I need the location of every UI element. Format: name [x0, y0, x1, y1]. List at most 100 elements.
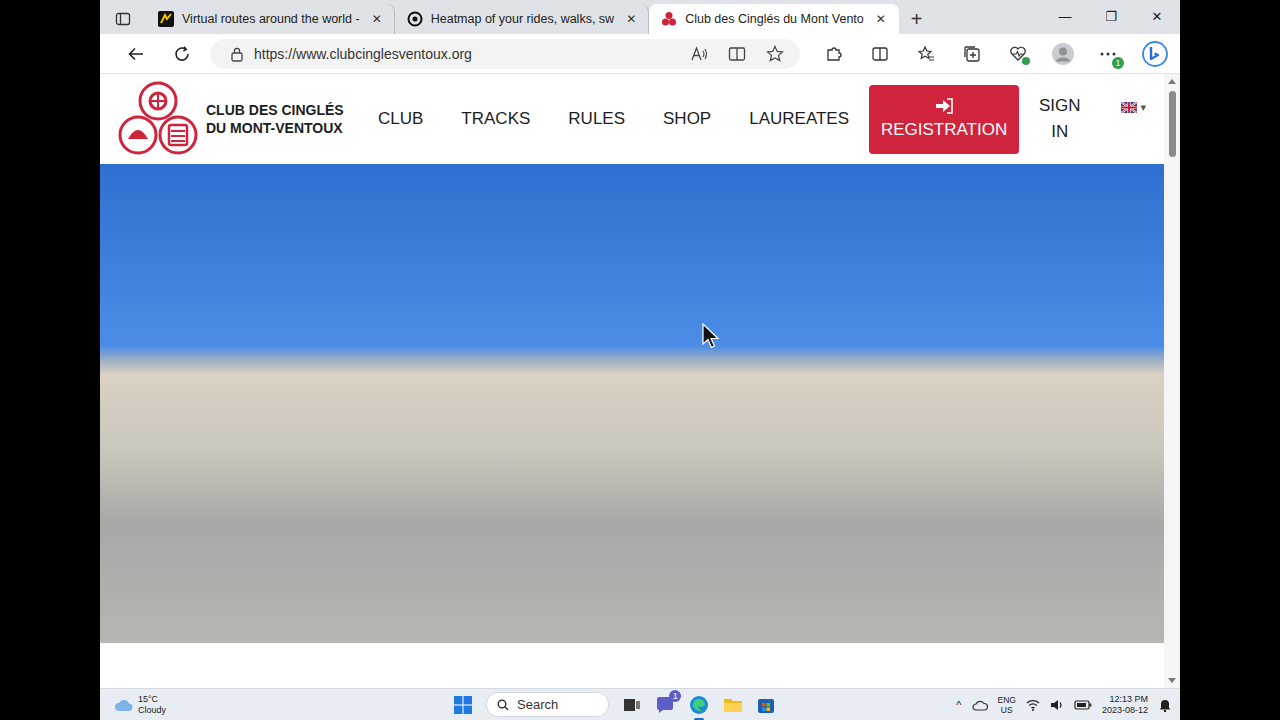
task-view-icon[interactable] — [623, 696, 641, 714]
file-explorer-icon[interactable] — [723, 696, 743, 714]
main-nav: CLUB TRACKS RULES SHOP LAUREATES — [378, 109, 849, 129]
tab-actions-icon[interactable] — [100, 4, 146, 34]
scroll-down-icon[interactable] — [1168, 678, 1176, 683]
tab-actions-icon[interactable] — [115, 11, 131, 27]
address-bar[interactable]: https://www.clubcinglesventoux.org — [210, 39, 800, 69]
web-page: CLUB DES CINGLÉSDU MONT-VENTOUXCLUBTRACK… — [100, 74, 1180, 688]
status-dot-icon — [1022, 57, 1030, 65]
profile-avatar-icon[interactable] — [1052, 43, 1074, 65]
nav-item[interactable]: LAUREATES — [749, 109, 849, 129]
extensions-puzzle-icon[interactable] — [825, 45, 843, 63]
weather-widget[interactable]: 15°CCloudy — [114, 694, 454, 716]
notification-badge: 1 — [1112, 57, 1124, 69]
bing-chat-button[interactable] — [1142, 41, 1168, 67]
taskbar-apps: Search 1 — [454, 692, 956, 717]
battery-icon[interactable] — [1074, 699, 1092, 711]
cloud-icon — [114, 698, 134, 712]
tab-label: Club des Cinglés du Mont Vento — [685, 12, 864, 26]
tab-bar-spacer — [935, 4, 1042, 34]
profile-avatar-icon[interactable] — [1052, 43, 1074, 65]
chat-app[interactable]: 1 — [655, 695, 675, 715]
favorites-icon[interactable] — [917, 45, 935, 63]
refresh-icon[interactable] — [173, 45, 191, 63]
browser-tab[interactable]: Heatmap of your rides, walks, sw✕ — [395, 4, 649, 34]
browser-window: Virtual routes around the world -✕Heatma… — [100, 0, 1180, 720]
hero-photo — [100, 164, 1164, 643]
taskbar-search[interactable]: Search — [486, 692, 609, 717]
url-text: https://www.clubcinglesventoux.org — [254, 46, 680, 62]
toolbar: https://www.clubcinglesventoux.org 1 — [100, 34, 1180, 74]
logo-text-line: CLUB DES CINGLÉS — [206, 101, 344, 119]
collections-icon[interactable] — [963, 45, 981, 63]
tab-close-button[interactable]: ✕ — [872, 10, 890, 28]
speaker-icon[interactable] — [1050, 699, 1064, 711]
tab-label: Virtual routes around the world - — [182, 12, 360, 26]
page-body — [100, 643, 1164, 688]
target-favicon-icon — [407, 11, 423, 27]
immersive-reader-icon[interactable] — [728, 46, 746, 62]
clock[interactable]: 12:13 PM2023-08-12 — [1102, 694, 1148, 716]
language-text: US — [1001, 705, 1013, 715]
weather-temperature: 15°C — [138, 694, 166, 705]
bing-logo-icon[interactable] — [1142, 41, 1168, 67]
site-logo[interactable]: CLUB DES CINGLÉSDU MONT-VENTOUX — [116, 81, 378, 157]
registration-label: REGISTRATION — [881, 120, 1007, 140]
onedrive-cloud-icon[interactable] — [972, 699, 988, 711]
club-favicon-icon — [661, 11, 677, 27]
weather-text: 15°CCloudy — [138, 694, 166, 716]
favorite-star-icon[interactable] — [766, 45, 784, 63]
windows-start-icon[interactable] — [454, 696, 472, 714]
uk-flag-icon — [1121, 102, 1137, 113]
lock-icon — [230, 46, 244, 62]
read-aloud-icon[interactable] — [690, 46, 708, 62]
browser-tab[interactable]: Virtual routes around the world - ✕ — [146, 4, 395, 34]
nav-item[interactable]: TRACKS — [461, 109, 530, 129]
scroll-thumb[interactable] — [1169, 91, 1176, 157]
page-content: CLUB DES CINGLÉSDU MONT-VENTOUXCLUBTRACK… — [100, 74, 1164, 688]
more-menu[interactable]: 1 — [1090, 45, 1126, 63]
new-tab-button[interactable]: + — [899, 4, 935, 34]
wifi-icon[interactable] — [1026, 699, 1040, 711]
language-selector[interactable]: ▾ — [1121, 101, 1147, 114]
window-controls: —❐✕ — [1042, 0, 1180, 34]
sign-in-text: IN — [1051, 119, 1068, 145]
notification-bell-icon[interactable] — [1158, 698, 1172, 712]
tab-bar: Virtual routes around the world -✕Heatma… — [100, 0, 1180, 34]
window-control-button[interactable]: — — [1042, 0, 1088, 32]
input-language[interactable]: ENGUS — [998, 695, 1016, 715]
scrollbar[interactable] — [1164, 74, 1180, 688]
club-logo-icon[interactable] — [116, 81, 200, 157]
registration-button[interactable]: REGISTRATION — [869, 85, 1019, 154]
weather-condition: Cloudy — [138, 705, 166, 716]
sign-in-arrow-icon — [935, 98, 953, 114]
extension-icons: 1 — [816, 41, 1168, 67]
chat-badge: 1 — [669, 690, 681, 702]
edge-app[interactable] — [689, 695, 709, 715]
scroll-track — [1164, 89, 1180, 673]
window-control-button[interactable]: ❐ — [1088, 0, 1134, 32]
taskbar: 15°CCloudy Search 1 ^ ENGUS 12:13 PM2023-08-1… — [100, 688, 1180, 720]
window-control-button[interactable]: ✕ — [1134, 0, 1180, 32]
split-screen-icon[interactable] — [871, 45, 889, 63]
browser-essentials[interactable] — [1000, 45, 1036, 63]
scroll-up-icon[interactable] — [1168, 79, 1176, 84]
browser-tab[interactable]: Club des Cinglés du Mont Vento ✕ — [649, 4, 899, 34]
screen: Virtual routes around the world -✕Heatma… — [0, 0, 1280, 720]
nav-item[interactable]: RULES — [568, 109, 625, 129]
active-indicator — [694, 718, 704, 720]
store-icon[interactable] — [757, 696, 775, 714]
edge-icon[interactable] — [689, 695, 709, 715]
nav-item[interactable]: SHOP — [663, 109, 711, 129]
tab-close-button[interactable]: ✕ — [622, 10, 640, 28]
tab-close-button[interactable]: ✕ — [368, 10, 386, 28]
dropdown-caret: ▾ — [1141, 101, 1147, 114]
site-header: CLUB DES CINGLÉSDU MONT-VENTOUXCLUBTRACK… — [100, 74, 1164, 164]
sign-in-link[interactable]: SIGNIN — [1039, 93, 1081, 145]
back-arrow-icon[interactable] — [127, 45, 145, 63]
search-placeholder: Search — [517, 697, 558, 712]
nav-item[interactable]: CLUB — [378, 109, 423, 129]
tray-overflow-button[interactable]: ^ — [956, 699, 961, 711]
language-text: ENG — [998, 695, 1016, 705]
logo-text-line: DU MONT-VENTOUX — [206, 119, 344, 137]
address-icons — [690, 45, 790, 63]
